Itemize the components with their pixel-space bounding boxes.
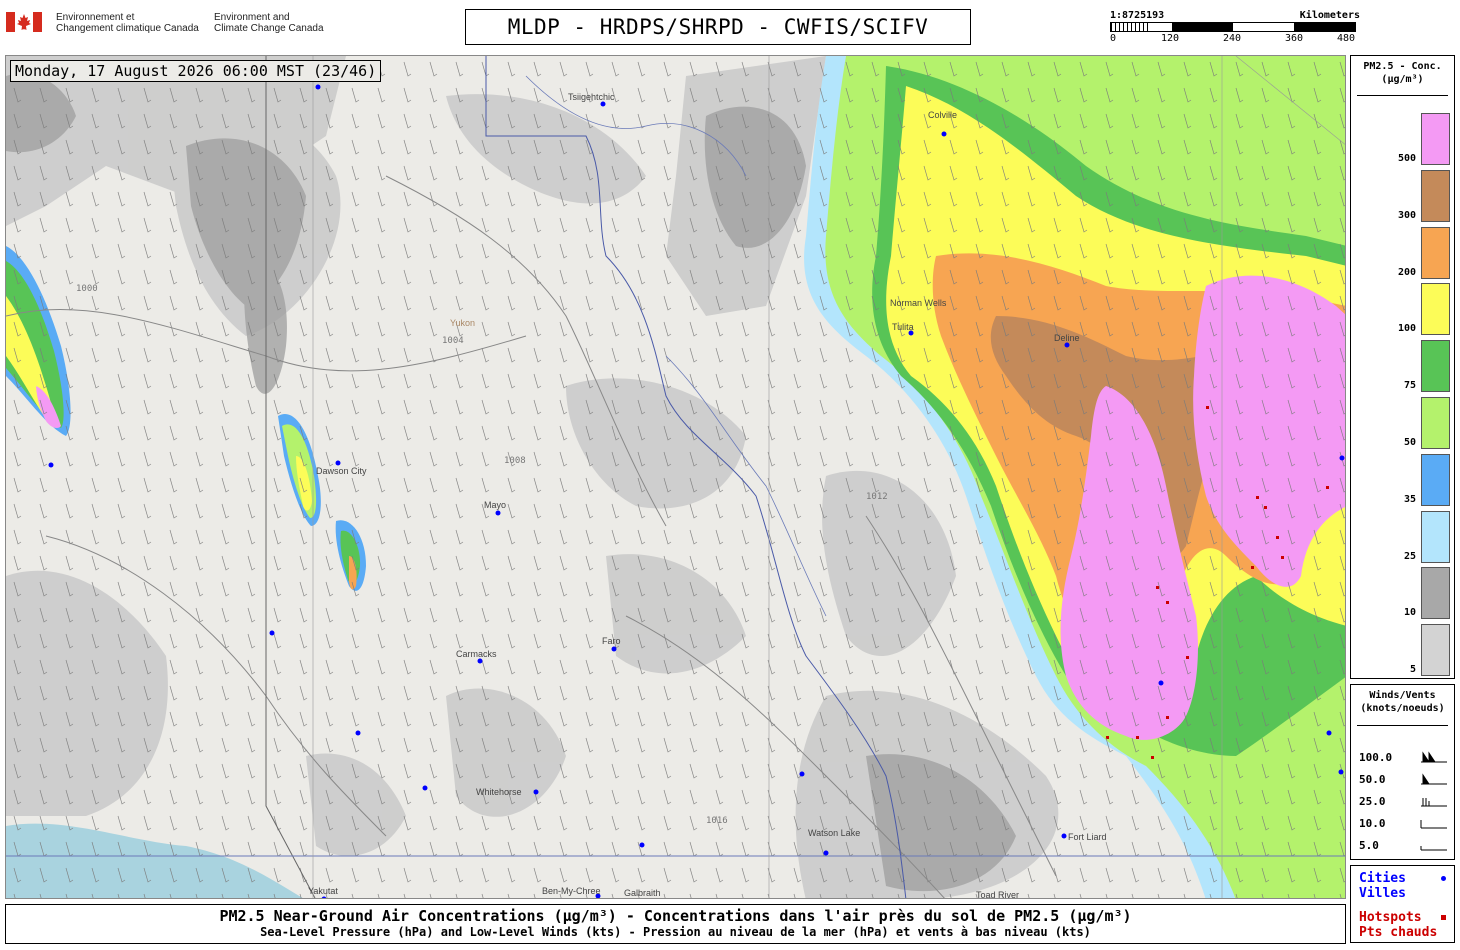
pm25-swatch-500 bbox=[1421, 113, 1450, 165]
place-label: Deline bbox=[1054, 333, 1080, 343]
place-label: Carmacks bbox=[456, 649, 497, 659]
place-label: Galbraith bbox=[624, 888, 661, 898]
point-legend: Cities Villes Hotspots Pts chauds bbox=[1350, 865, 1455, 943]
caption-line-1: PM2.5 Near-Ground Air Concentrations (µg… bbox=[219, 907, 1132, 925]
pm25-level-label: 10 bbox=[1403, 607, 1416, 619]
hotspots-label-en: Hotspots bbox=[1359, 910, 1422, 925]
isobar-label: 1012 bbox=[866, 492, 888, 502]
scale-bar: 1:8725193 Kilometers 0 120 240 360 480 bbox=[1110, 10, 1360, 45]
government-logo: Environnement et Changement climatique C… bbox=[6, 12, 374, 34]
pm25-swatch-10 bbox=[1421, 567, 1450, 620]
hotspot-square-icon bbox=[1441, 915, 1446, 920]
isobar-label: 1004 bbox=[442, 336, 464, 346]
pm25-swatch-25 bbox=[1421, 510, 1450, 563]
wind-speed-label: 25.0 bbox=[1359, 795, 1386, 808]
pm25-level-label: 75 bbox=[1403, 380, 1416, 392]
pm25-level-label: 100 bbox=[1397, 323, 1416, 335]
scale-tick: 480 bbox=[1336, 33, 1356, 44]
scale-ratio: 1:8725193 bbox=[1110, 10, 1165, 21]
place-label: Whitehorse bbox=[476, 787, 522, 797]
pm25-legend: PM2.5 - Conc. (µg/m³) 500 300 200 100 75 50 35… bbox=[1350, 55, 1455, 679]
place-label: Mayo bbox=[484, 500, 507, 510]
map-caption: PM2.5 Near-Ground Air Concentrations (µg… bbox=[5, 904, 1346, 944]
place-label: Tulita bbox=[892, 322, 914, 332]
pm25-swatch-50 bbox=[1421, 397, 1450, 449]
place-label: Fort Liard bbox=[1068, 832, 1107, 842]
wind-legend-title: Winds/Vents (knots/noeuds) bbox=[1360, 690, 1445, 714]
place-label: Faro bbox=[602, 636, 621, 646]
isobar-label: 1008 bbox=[504, 456, 526, 466]
place-label: Yakutat bbox=[308, 886, 338, 896]
pm25-level-label: 25 bbox=[1403, 550, 1416, 562]
scale-tick: 0 bbox=[1109, 33, 1117, 44]
scale-tick: 360 bbox=[1284, 33, 1304, 44]
hotspots-label-fr: Pts chauds bbox=[1359, 925, 1438, 940]
department-name-fr: Environnement et Changement climatique C… bbox=[56, 12, 199, 34]
cities-label-fr: Villes bbox=[1359, 886, 1406, 901]
place-label: Colville bbox=[928, 110, 958, 120]
department-name-en: Environment and Climate Change Canada bbox=[214, 12, 324, 34]
city-dot-icon bbox=[1441, 876, 1446, 881]
forecast-datetime: Monday, 17 August 2026 06:00 MST (23/46) bbox=[10, 60, 382, 82]
map-graphics bbox=[6, 56, 1345, 898]
wind-barb-icon bbox=[1420, 820, 1447, 829]
pm25-swatch-35 bbox=[1421, 453, 1450, 506]
wind-legend: Winds/Vents (knots/noeuds) 100.0 50.0 25… bbox=[1350, 684, 1455, 860]
product-title: MLDP - HRDPS/SHRPD - CWFIS/SCIFV bbox=[465, 9, 971, 45]
place-label: Toad River bbox=[976, 890, 1020, 899]
scale-tick: 120 bbox=[1160, 33, 1180, 44]
scale-graphic bbox=[1110, 22, 1356, 32]
pm25-swatch-200 bbox=[1421, 226, 1450, 279]
pm25-legend-title: PM2.5 - Conc. (µg/m³) bbox=[1363, 61, 1442, 85]
wind-speed-label: 100.0 bbox=[1359, 751, 1393, 764]
wind-barb-icon bbox=[1420, 846, 1447, 851]
scale-tick: 240 bbox=[1222, 33, 1242, 44]
isobar-label: 1016 bbox=[706, 816, 728, 826]
pm25-swatch-100 bbox=[1421, 283, 1450, 336]
pm25-swatch-5 bbox=[1421, 624, 1450, 677]
scale-unit: Kilometers bbox=[1299, 10, 1360, 21]
pm25-level-label: 300 bbox=[1397, 209, 1416, 221]
canada-flag-icon bbox=[6, 12, 42, 32]
wind-barb-icon bbox=[1421, 798, 1447, 807]
wind-speed-label: 50.0 bbox=[1359, 773, 1386, 786]
pm25-level-label: 5 bbox=[1409, 664, 1416, 676]
wind-speed-label: 5.0 bbox=[1359, 839, 1379, 852]
pm25-level-label: 200 bbox=[1397, 266, 1416, 278]
cities-label-en: Cities bbox=[1359, 871, 1406, 886]
place-label: Tsiigehtchic bbox=[568, 92, 615, 102]
caption-line-2: Sea-Level Pressure (hPa) and Low-Level W… bbox=[260, 925, 1091, 939]
map-canvas[interactable]: Monday, 17 August 2026 06:00 MST (23/46)… bbox=[5, 55, 1346, 899]
place-label: Norman Wells bbox=[890, 298, 947, 308]
pm25-level-label: 50 bbox=[1403, 437, 1416, 448]
pm25-level-label: 500 bbox=[1397, 153, 1416, 164]
place-label: Watson Lake bbox=[808, 828, 861, 838]
wind-barb-icon bbox=[1421, 751, 1447, 763]
pm25-level-label: 35 bbox=[1403, 493, 1416, 505]
place-label: Dawson City bbox=[316, 466, 367, 476]
wind-barb-icon bbox=[1421, 773, 1447, 785]
pm25-swatch-75 bbox=[1421, 340, 1450, 393]
wind-speed-label: 10.0 bbox=[1359, 817, 1386, 830]
place-label: Ben-My-Chree bbox=[542, 886, 601, 896]
region-label: Yukon bbox=[450, 318, 476, 328]
isobar-label: 1000 bbox=[76, 284, 98, 294]
pm25-swatch-300 bbox=[1421, 169, 1450, 222]
